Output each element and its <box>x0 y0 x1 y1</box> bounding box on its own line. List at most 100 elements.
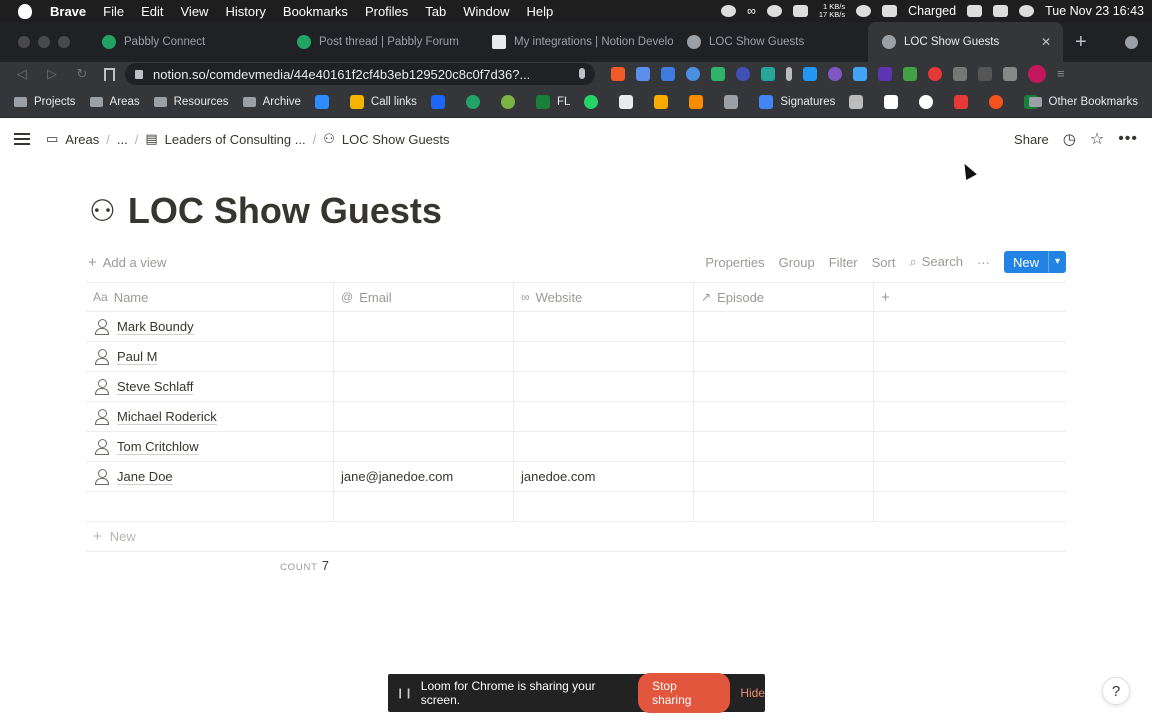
cell-email[interactable] <box>334 312 514 341</box>
new-tab-button[interactable]: + <box>1075 31 1087 54</box>
bookmark-icon-only[interactable] <box>500 94 522 109</box>
menu-edit[interactable]: Edit <box>141 4 163 19</box>
cell-name[interactable]: Jane Doe <box>86 462 334 491</box>
cell-website[interactable] <box>514 342 694 371</box>
menu-bookmarks[interactable]: Bookmarks <box>283 4 348 19</box>
cell-email[interactable] <box>334 342 514 371</box>
star-icon[interactable]: ☆ <box>1090 129 1104 149</box>
profile-avatar-icon[interactable] <box>1028 65 1046 83</box>
table-row[interactable] <box>86 492 1066 522</box>
row-name[interactable]: Tom Critchlow <box>117 439 199 455</box>
cell-name[interactable]: Tom Critchlow <box>86 432 334 461</box>
cell-website[interactable]: janedoe.com <box>514 462 694 491</box>
table-row[interactable]: Paul M <box>86 342 1066 372</box>
bookmark-icon-only[interactable] <box>430 94 452 109</box>
tab-pabbly-forum[interactable]: Post thread | Pabbly Forum <box>283 22 478 62</box>
bookmark-folder-resources[interactable]: Resources <box>153 96 229 108</box>
extension-icon[interactable] <box>828 67 842 81</box>
page-title[interactable]: LOC Show Guests <box>128 190 442 232</box>
extension-icon[interactable] <box>761 67 775 81</box>
people-icon[interactable]: ⚇ <box>89 194 116 229</box>
table-row[interactable]: Steve Schlaff <box>86 372 1066 402</box>
menu-window[interactable]: Window <box>463 4 509 19</box>
tab-loc-show-guests[interactable]: LOC Show Guests <box>673 22 868 62</box>
extension-icon[interactable] <box>711 67 725 81</box>
bookmark-icon-only[interactable] <box>919 94 940 109</box>
bitwarden-icon[interactable] <box>661 67 675 81</box>
add-view-button[interactable]: + Add a view <box>88 254 166 271</box>
help-button[interactable]: ? <box>1102 677 1130 705</box>
extension-icon[interactable] <box>636 67 650 81</box>
bookmark-icon-only[interactable] <box>584 94 605 109</box>
cell-name[interactable] <box>86 492 334 521</box>
maximize-window-icon[interactable] <box>58 36 70 48</box>
history-icon[interactable] <box>766 5 782 17</box>
reload-icon[interactable]: ↻ <box>74 66 90 82</box>
cell-episode[interactable] <box>694 312 874 341</box>
bookmark-icon-only[interactable] <box>849 94 870 109</box>
menu-history[interactable]: History <box>225 4 265 19</box>
siri-icon[interactable] <box>1019 5 1035 17</box>
bookmark-icon-only[interactable] <box>689 94 710 109</box>
cell-episode[interactable] <box>694 462 874 491</box>
menu-view[interactable]: View <box>181 4 209 19</box>
table-row[interactable]: Michael Roderick <box>86 402 1066 432</box>
cell-website[interactable] <box>514 372 694 401</box>
cell-episode[interactable] <box>694 372 874 401</box>
drop-icon[interactable] <box>720 5 736 17</box>
row-name[interactable]: Michael Roderick <box>117 409 217 425</box>
mic-icon[interactable] <box>579 68 585 79</box>
bookmark-icon-only[interactable] <box>654 94 675 109</box>
cell-email[interactable] <box>334 432 514 461</box>
properties-button[interactable]: Properties <box>705 255 764 270</box>
table-row[interactable]: Mark Boundy <box>86 312 1066 342</box>
wifi-icon[interactable] <box>856 5 872 17</box>
menu-tab[interactable]: Tab <box>425 4 446 19</box>
menu-app-name[interactable]: Brave <box>50 4 86 19</box>
url-text[interactable]: notion.so/comdevmedia/44e40161f2cf4b3eb1… <box>153 67 530 82</box>
column-header-email[interactable]: @ Email <box>334 283 514 311</box>
extension-icon[interactable] <box>786 67 792 81</box>
new-button-label[interactable]: New <box>1004 251 1049 273</box>
sidebar-toggle-icon[interactable] <box>14 133 30 145</box>
cell-website[interactable] <box>514 312 694 341</box>
bluetooth-icon[interactable] <box>967 5 983 17</box>
breadcrumb-parent[interactable]: Leaders of Consulting ... <box>165 132 306 147</box>
puzzle-icon[interactable] <box>953 67 967 81</box>
column-header-episode[interactable]: ↗ Episode <box>694 283 874 311</box>
cell-website[interactable] <box>514 492 694 521</box>
control-center-icon[interactable] <box>993 5 1009 17</box>
table-row[interactable]: Jane Doe jane@janedoe.com janedoe.com <box>86 462 1066 492</box>
tab-notion-integrations[interactable]: My integrations | Notion Develo <box>478 22 673 62</box>
address-bar[interactable]: notion.so/comdevmedia/44e40161f2cf4b3eb1… <box>125 63 595 85</box>
share-button[interactable]: Share <box>1014 132 1049 147</box>
extension-icon[interactable] <box>903 67 917 81</box>
pause-icon[interactable]: ❙❙ <box>396 688 413 699</box>
tab-pabbly-connect[interactable]: Pabbly Connect <box>88 22 283 62</box>
battery-status[interactable]: Charged <box>908 4 956 18</box>
hide-button[interactable]: Hide <box>740 686 765 700</box>
extension-icon[interactable] <box>928 67 942 81</box>
add-row-button[interactable]: + New <box>86 522 1066 552</box>
bookmark-icon-only[interactable] <box>465 94 487 109</box>
bookmark-icon-only[interactable] <box>884 94 905 109</box>
back-icon[interactable]: ◁ <box>14 66 30 82</box>
group-button[interactable]: Group <box>779 255 815 270</box>
minimize-window-icon[interactable] <box>38 36 50 48</box>
wallet-icon[interactable] <box>1003 67 1017 81</box>
forward-icon[interactable]: ▷ <box>44 66 60 82</box>
brave-shield-icon[interactable] <box>611 67 625 81</box>
breadcrumb-areas[interactable]: Areas <box>65 132 99 147</box>
table-row[interactable]: Tom Critchlow <box>86 432 1066 462</box>
row-name[interactable]: Paul M <box>117 349 158 365</box>
extension-icon[interactable] <box>736 67 750 81</box>
tab-loc-show-guests-active[interactable]: LOC Show Guests ✕ <box>868 22 1063 62</box>
apple-menu-icon[interactable] <box>18 3 32 19</box>
cell-website[interactable] <box>514 432 694 461</box>
stats-icon[interactable] <box>792 5 808 17</box>
cell-episode[interactable] <box>694 342 874 371</box>
extension-icon[interactable] <box>686 67 700 81</box>
cell-email[interactable]: jane@janedoe.com <box>334 462 514 491</box>
bookmark-folder-archive[interactable]: Archive <box>242 96 301 108</box>
extension-icon[interactable] <box>803 67 817 81</box>
